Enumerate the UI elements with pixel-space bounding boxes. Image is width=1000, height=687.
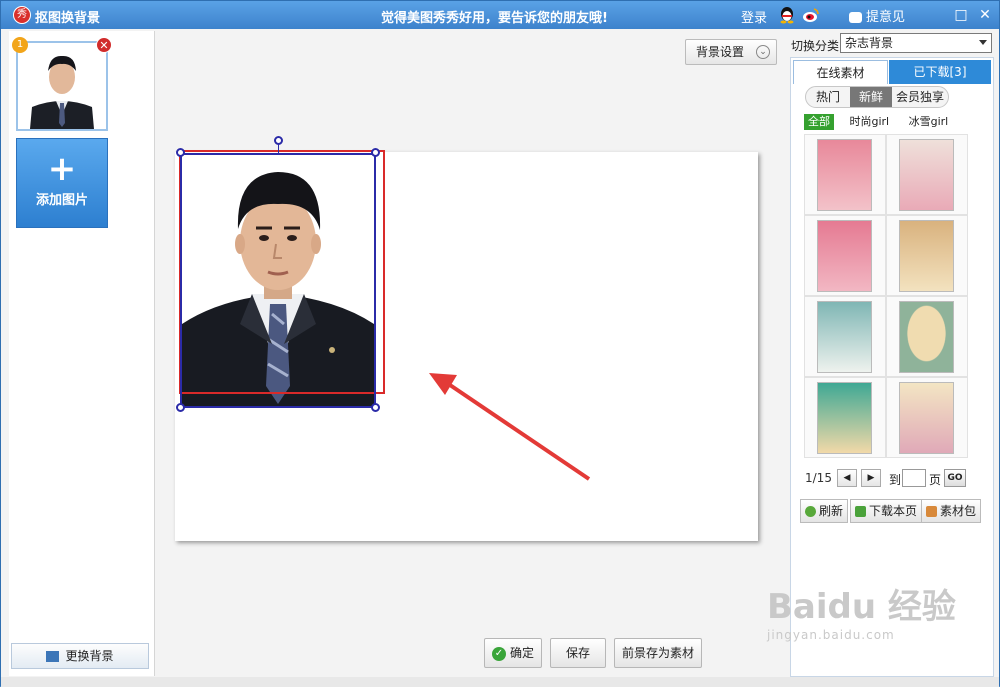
page-indicator: 1/15 — [805, 471, 832, 485]
material-preview — [817, 382, 872, 454]
window-title: 抠图换背景 — [35, 11, 101, 26]
watermark-brand: Bai⁠du 经验 — [767, 587, 956, 627]
confirm-label: 确定 — [509, 646, 534, 660]
save-foreground-as-material-button[interactable]: 前景存为素材 — [614, 638, 702, 668]
background-settings-button[interactable]: 背景设置 ⌄ — [685, 39, 777, 65]
chevron-down-icon: ⌄ — [756, 45, 770, 59]
material-preview — [817, 301, 872, 373]
material-preview — [899, 220, 954, 292]
next-page-icon[interactable]: ▶ — [861, 469, 881, 487]
remove-image-icon[interactable]: ✕ — [96, 37, 112, 53]
subtab-vip[interactable]: 会员独享 — [892, 87, 948, 107]
filter-ice-girl[interactable]: 冰雪girl — [905, 114, 953, 130]
download-icon — [855, 506, 866, 517]
filter-all[interactable]: 全部 — [804, 114, 834, 130]
goto-label: 到 — [889, 473, 902, 487]
refresh-button[interactable]: 刷新 — [800, 499, 849, 523]
thumbnail-index-badge: 1 — [12, 37, 28, 53]
sort-subtabs: 热门 新鲜 会员独享 — [805, 86, 949, 108]
add-image-button[interactable]: + 添加图片 — [16, 138, 108, 228]
material-thumbnail[interactable] — [804, 134, 886, 215]
material-thumbnail[interactable] — [804, 377, 886, 458]
app-window: 秀 抠图换背景 觉得美图秀秀好用，要告诉您的朋友哦! 登录 提意见 □ ✕ 1 … — [0, 0, 1000, 687]
resize-handle-bottom-right[interactable] — [371, 403, 380, 412]
subtab-new[interactable]: 新鲜 — [850, 87, 892, 107]
background-settings-label: 背景设置 — [696, 45, 745, 59]
annotation-arrow-icon — [429, 373, 591, 481]
material-thumbnail[interactable] — [886, 377, 968, 458]
material-thumbnail[interactable] — [886, 134, 968, 215]
material-preview — [817, 139, 872, 211]
material-preview — [899, 301, 954, 373]
subtab-hot[interactable]: 热门 — [806, 87, 850, 107]
refresh-icon — [805, 506, 816, 517]
filter-fashion-girl[interactable]: 时尚girl — [846, 114, 894, 130]
page-unit-label: 页 — [929, 473, 942, 487]
package-icon — [926, 506, 937, 517]
material-preview — [899, 382, 954, 454]
change-background-button[interactable]: 更换背景 — [11, 643, 149, 669]
add-image-label: 添加图片 — [35, 193, 88, 208]
material-thumbnail[interactable] — [804, 215, 886, 296]
material-pack-label: 素材包 — [940, 504, 977, 518]
resize-handle-top-left[interactable] — [176, 148, 185, 157]
selection-box[interactable] — [180, 153, 376, 408]
category-value: 杂志背景 — [845, 36, 894, 50]
change-background-label: 更换背景 — [65, 649, 114, 663]
confirm-button[interactable]: ✓ 确定 — [484, 638, 542, 668]
title-bar: 秀 抠图换背景 觉得美图秀秀好用，要告诉您的朋友哦! 登录 提意见 □ ✕ — [1, 1, 999, 29]
download-page-button[interactable]: 下载本页 — [850, 499, 923, 523]
image-list-panel: 1 ✕ + 添加图片 更换背景 — [9, 31, 155, 676]
category-label: 切换分类 — [791, 39, 840, 53]
app-logo-icon: 秀 — [13, 6, 31, 24]
portrait-thumbnail-image — [18, 43, 106, 129]
chat-bubble-icon — [849, 12, 862, 23]
maximize-icon[interactable]: □ — [951, 5, 971, 25]
material-pack-button[interactable]: 素材包 — [921, 499, 982, 523]
save-button[interactable]: 保存 — [550, 638, 606, 668]
feedback-label: 提意见 — [866, 10, 906, 25]
category-select[interactable]: 杂志背景 — [840, 33, 992, 53]
tab-downloaded[interactable]: 已下载[3] — [889, 60, 991, 84]
material-thumbnail[interactable] — [886, 296, 968, 377]
weibo-icon[interactable] — [802, 6, 820, 24]
material-thumbnail[interactable] — [886, 215, 968, 296]
watermark-url: jingyan.baidu.com — [767, 628, 895, 642]
prev-page-icon[interactable]: ◀ — [837, 469, 857, 487]
download-page-label: 下载本页 — [869, 504, 918, 518]
check-icon: ✓ — [491, 646, 506, 661]
close-icon[interactable]: ✕ — [975, 5, 995, 25]
page-number-input[interactable] — [902, 469, 926, 487]
material-preview — [899, 139, 954, 211]
refresh-label: 刷新 — [819, 504, 844, 518]
qq-icon[interactable] — [779, 6, 795, 24]
rotate-handle[interactable] — [274, 136, 283, 145]
resize-handle-bottom-left[interactable] — [176, 403, 185, 412]
picture-icon — [46, 651, 60, 662]
rotation-line — [278, 144, 279, 153]
material-preview — [817, 220, 872, 292]
watermark: Bai⁠du 经验 jingyan.baidu.com — [767, 579, 956, 642]
login-link[interactable]: 登录 — [741, 7, 767, 26]
slogan-text: 觉得美图秀秀好用，要告诉您的朋友哦! — [381, 11, 608, 26]
feedback-button[interactable]: 提意见 — [849, 6, 905, 25]
resize-handle-top-right[interactable] — [371, 148, 380, 157]
material-thumbnail[interactable] — [804, 296, 886, 377]
image-thumbnail[interactable]: 1 ✕ — [12, 37, 112, 131]
go-button[interactable]: GO — [944, 469, 966, 487]
filter-bar: 全部 时尚girl 冰雪girl — [804, 114, 960, 130]
plus-icon: + — [47, 149, 77, 189]
tab-online-materials[interactable]: 在线素材 — [793, 60, 888, 84]
dropdown-arrow-icon — [979, 40, 987, 45]
